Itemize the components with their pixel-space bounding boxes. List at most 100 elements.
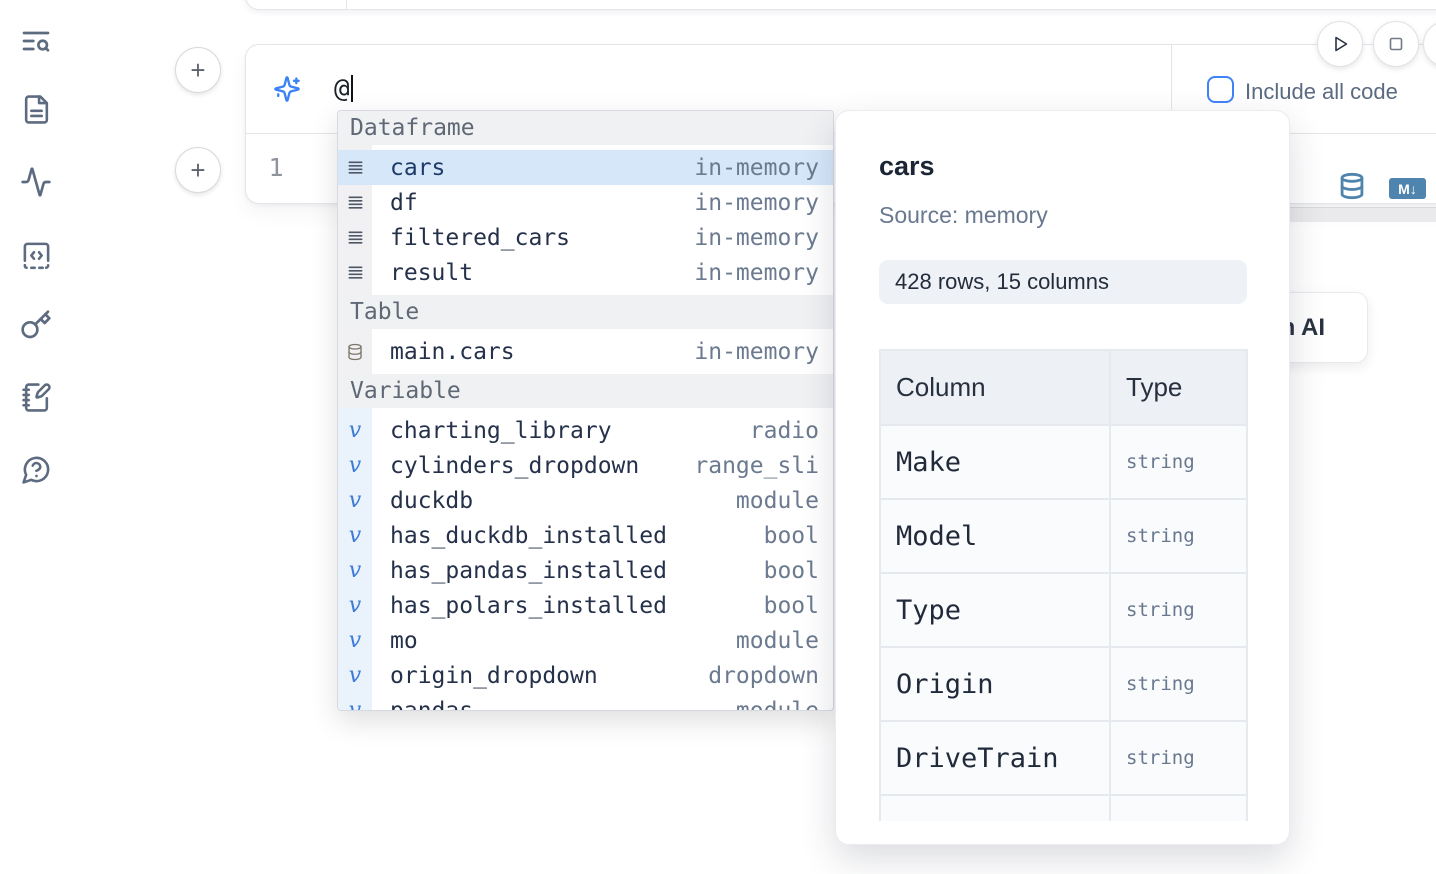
preview-title: cars bbox=[879, 151, 935, 182]
column-name-cell: Make bbox=[896, 447, 961, 478]
help-chat-icon[interactable] bbox=[19, 452, 53, 486]
item-name: cylinders_dropdown bbox=[390, 453, 639, 479]
item-detail: bool bbox=[764, 558, 833, 584]
stop-cell-button[interactable] bbox=[1373, 21, 1419, 67]
dataframe-preview-panel: cars Source: memory 428 rows, 15 columns… bbox=[835, 110, 1290, 845]
variable-icon: v bbox=[338, 630, 372, 652]
column-type-cell: string bbox=[1126, 599, 1195, 621]
dataframe-icon bbox=[338, 228, 372, 247]
database-icon bbox=[338, 343, 372, 361]
autocomplete-section-header: Dataframe bbox=[338, 111, 833, 145]
previous-cell-edge bbox=[245, 0, 1436, 10]
item-detail: module bbox=[736, 488, 833, 514]
sparkles-icon bbox=[273, 75, 301, 103]
autocomplete-item[interactable]: v cylinders_dropdown range_sli bbox=[338, 448, 833, 483]
column-header: Column bbox=[881, 351, 1111, 424]
database-icon[interactable] bbox=[1338, 171, 1366, 201]
add-cell-button-bottom[interactable]: + bbox=[175, 147, 221, 193]
autocomplete-item[interactable]: vmomodule bbox=[338, 623, 833, 658]
cell-divider bbox=[346, 0, 347, 10]
markdown-convert-icon[interactable]: M↓ bbox=[1389, 178, 1426, 199]
item-name: has_polars_installed bbox=[390, 593, 667, 619]
variable-icon: v bbox=[338, 420, 372, 442]
scratchpad-code-icon[interactable] bbox=[19, 238, 53, 272]
dataframe-icon bbox=[338, 158, 372, 177]
text-search-icon[interactable] bbox=[19, 24, 53, 58]
shape-badge: 428 rows, 15 columns bbox=[879, 260, 1247, 304]
notebook-pen-icon[interactable] bbox=[19, 380, 53, 414]
activity-icon[interactable] bbox=[19, 165, 53, 199]
variable-icon: v bbox=[338, 560, 372, 582]
variable-icon: v bbox=[338, 665, 372, 687]
schema-table-row: DriveTrain string bbox=[881, 720, 1246, 794]
autocomplete-item[interactable]: v has_pandas_installed bool bbox=[338, 553, 833, 588]
autocomplete-item[interactable]: v pandas module bbox=[338, 693, 833, 711]
autocomplete-item[interactable]: result in-memory bbox=[338, 255, 833, 290]
autocomplete-item[interactable]: dfin-memory bbox=[338, 185, 833, 220]
autocomplete-item[interactable]: main.cars in-memory bbox=[338, 334, 833, 369]
variable-icon: v bbox=[338, 490, 372, 512]
item-name: has_pandas_installed bbox=[390, 558, 667, 584]
variable-icon: v bbox=[338, 455, 372, 477]
item-detail: in-memory bbox=[694, 155, 833, 181]
file-text-icon[interactable] bbox=[19, 92, 53, 126]
item-detail: in-memory bbox=[694, 339, 833, 365]
autocomplete-item[interactable]: filtered_cars in-memory bbox=[338, 220, 833, 255]
item-name: charting_library bbox=[390, 418, 612, 444]
autocomplete-item[interactable]: v charting_library radio bbox=[338, 413, 833, 448]
item-detail: in-memory bbox=[694, 190, 833, 216]
autocomplete-section-header: Table bbox=[338, 295, 833, 329]
item-name: cars bbox=[390, 155, 445, 181]
autocomplete-section-header: Variable bbox=[338, 374, 833, 408]
column-type-cell: string bbox=[1126, 747, 1195, 769]
item-name: pandas bbox=[390, 698, 473, 712]
item-name: mo bbox=[390, 628, 418, 654]
autocomplete-item[interactable]: vduckdb module bbox=[338, 483, 833, 518]
item-detail: in-memory bbox=[694, 260, 833, 286]
item-name: main.cars bbox=[390, 339, 515, 365]
column-name-cell: DriveTrain bbox=[896, 743, 1059, 774]
add-cell-button-top[interactable]: + bbox=[175, 47, 221, 93]
column-type-cell: string bbox=[1126, 451, 1195, 473]
item-detail: in-memory bbox=[694, 225, 833, 251]
schema-table-header: Column Type bbox=[881, 351, 1246, 424]
ai-prompt-input[interactable]: @ bbox=[334, 74, 353, 104]
text-cursor bbox=[351, 75, 353, 102]
column-name-cell: Origin bbox=[896, 669, 994, 700]
item-name: result bbox=[390, 260, 473, 286]
item-detail: dropdown bbox=[708, 663, 833, 689]
item-name: origin_dropdown bbox=[390, 663, 598, 689]
variable-icon: v bbox=[338, 700, 372, 712]
item-detail: radio bbox=[750, 418, 833, 444]
item-name: duckdb bbox=[390, 488, 473, 514]
type-header: Type bbox=[1111, 351, 1246, 424]
autocomplete-item[interactable]: vhas_duckdb_installedbool bbox=[338, 518, 833, 553]
schema-table-row-partial bbox=[881, 794, 1246, 821]
autocomplete-item[interactable]: cars in-memory bbox=[338, 150, 833, 185]
include-all-code-label: Include all code bbox=[1245, 79, 1398, 105]
item-name: has_duckdb_installed bbox=[390, 523, 667, 549]
schema-table-row: Origin string bbox=[881, 646, 1246, 720]
column-type-cell: string bbox=[1126, 673, 1195, 695]
line-number: 1 bbox=[260, 153, 292, 182]
preview-source: Source: memory bbox=[879, 202, 1048, 229]
dataframe-icon bbox=[338, 263, 372, 282]
stop-icon bbox=[1384, 32, 1408, 56]
column-name-cell: Type bbox=[896, 595, 961, 626]
item-detail: module bbox=[736, 698, 833, 712]
autocomplete-dropdown[interactable]: Dataframecarsin-memorydfin-memoryfiltere… bbox=[337, 110, 834, 711]
autocomplete-item[interactable]: v origin_dropdown dropdown bbox=[338, 658, 833, 693]
variable-icon: v bbox=[338, 595, 372, 617]
schema-table-row: Model string bbox=[881, 498, 1246, 572]
schema-table-row: Make string bbox=[881, 424, 1246, 498]
run-cell-button[interactable] bbox=[1317, 21, 1363, 67]
item-detail: range_sli bbox=[694, 453, 833, 479]
include-all-code-checkbox[interactable] bbox=[1207, 76, 1234, 103]
autocomplete-item[interactable]: vhas_polars_installedbool bbox=[338, 588, 833, 623]
column-type-cell: string bbox=[1126, 525, 1195, 547]
item-name: filtered_cars bbox=[390, 225, 570, 251]
column-name-cell: Model bbox=[896, 521, 977, 552]
schema-table: Column Type Make string Model string Type str… bbox=[879, 349, 1248, 821]
schema-table-row: Type string bbox=[881, 572, 1246, 646]
key-icon[interactable] bbox=[19, 308, 53, 342]
